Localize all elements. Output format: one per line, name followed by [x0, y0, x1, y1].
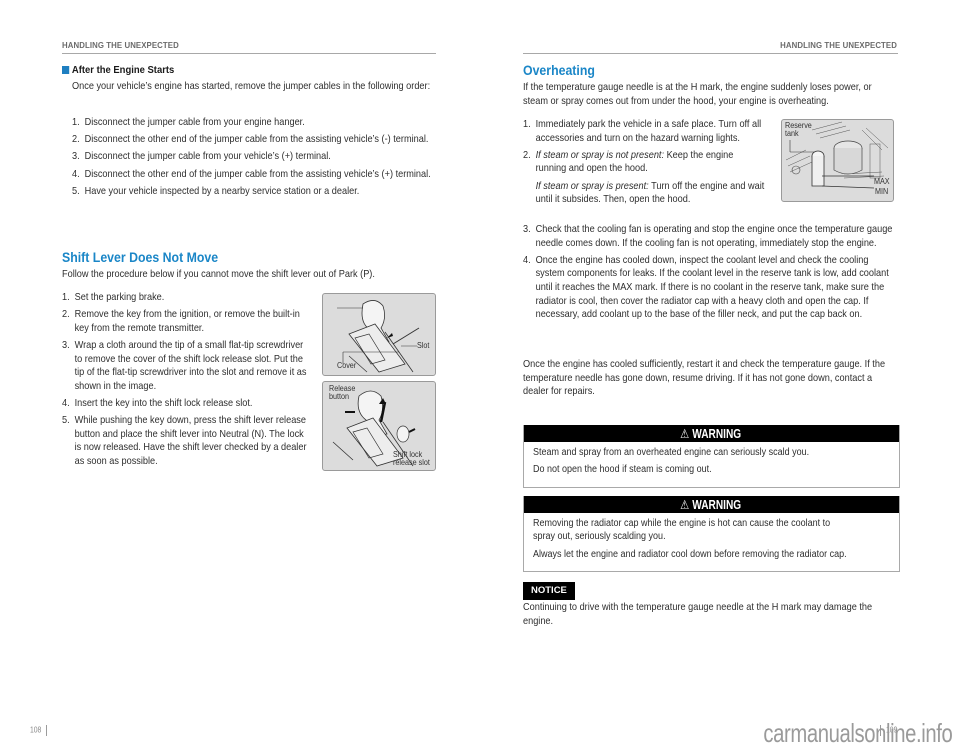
list-item: 3. Check that the cooling fan is operatin… — [523, 223, 899, 250]
overheating-closing: Once the engine has cooled sufficiently,… — [523, 359, 886, 398]
warning-box: ⚠ WARNING Removing the radiator cap while… — [523, 496, 900, 573]
warning-text: spray out, seriously scalding you. — [533, 531, 666, 543]
warning-triangle-icon: ⚠ — [679, 427, 689, 441]
reserve-tank-label-line2: tank — [785, 129, 799, 138]
step-number: 4. — [523, 254, 531, 266]
watermark: carmanualsonline.info — [762, 718, 952, 748]
step-text: Immediately park the vehicle in a safe p… — [535, 119, 762, 144]
running-head: HANDLING THE UNEXPECTED — [780, 40, 897, 50]
warning-triangle-icon: ⚠ — [679, 498, 689, 512]
step-text: Check that the cooling fan is operating … — [535, 224, 893, 249]
max-label: MAX — [874, 177, 890, 186]
list-item: 2. If steam or spray is not present: Keep… — [523, 149, 766, 207]
warning-text: Always let the engine and radiator cool … — [533, 548, 847, 560]
right-page: HANDLING THE UNEXPECTED Overheating If t… — [0, 0, 960, 750]
step-condition: If steam or spray is present: — [535, 180, 649, 192]
warning-body: Removing the radiator cap while the engi… — [524, 513, 899, 571]
warning-header: ⚠ WARNING — [524, 496, 899, 513]
warning-box: ⚠ WARNING Steam and spray from an overhea… — [523, 425, 900, 488]
step-substep: If steam or spray is present: Turn off t… — [536, 180, 766, 207]
warning-text: Removing the radiator cap while the engi… — [533, 518, 831, 529]
step-number: 1. — [523, 119, 531, 130]
warning-text: Do not open the hood if steam is coming … — [533, 464, 712, 476]
step-text: Once the engine has cooled down, inspect… — [535, 254, 889, 321]
notice-text: Continuing to drive with the temperature… — [523, 602, 873, 627]
warning-body: Steam and spray from an overheated engin… — [524, 442, 899, 487]
step-number: 2. — [523, 149, 531, 161]
warning-text: Steam and spray from an overheated engin… — [533, 447, 810, 458]
list-item: 4. Once the engine has cooled down, inspe… — [523, 254, 899, 322]
overheating-steps-bottom: 3. Check that the cooling fan is operatin… — [523, 223, 899, 325]
header-rule — [523, 53, 898, 54]
warning-label: WARNING — [692, 427, 742, 441]
notice-badge: NOTICE — [523, 582, 575, 600]
overheating-steps-top: 1. Immediately park the vehicle in a safe… — [523, 118, 766, 210]
list-item: 1. Immediately park the vehicle in a safe… — [523, 118, 766, 145]
overheating-intro: If the temperature gauge needle is at th… — [523, 82, 872, 107]
reserve-tank-figure: Reserve tank MAX MIN — [781, 119, 894, 202]
min-label: MIN — [875, 187, 889, 196]
warning-header: ⚠ WARNING — [524, 425, 899, 442]
step-number: 3. — [523, 224, 531, 235]
warning-label: WARNING — [692, 498, 742, 512]
section-title: Overheating — [523, 62, 595, 78]
step-condition: If steam or spray is not present: — [535, 149, 665, 161]
